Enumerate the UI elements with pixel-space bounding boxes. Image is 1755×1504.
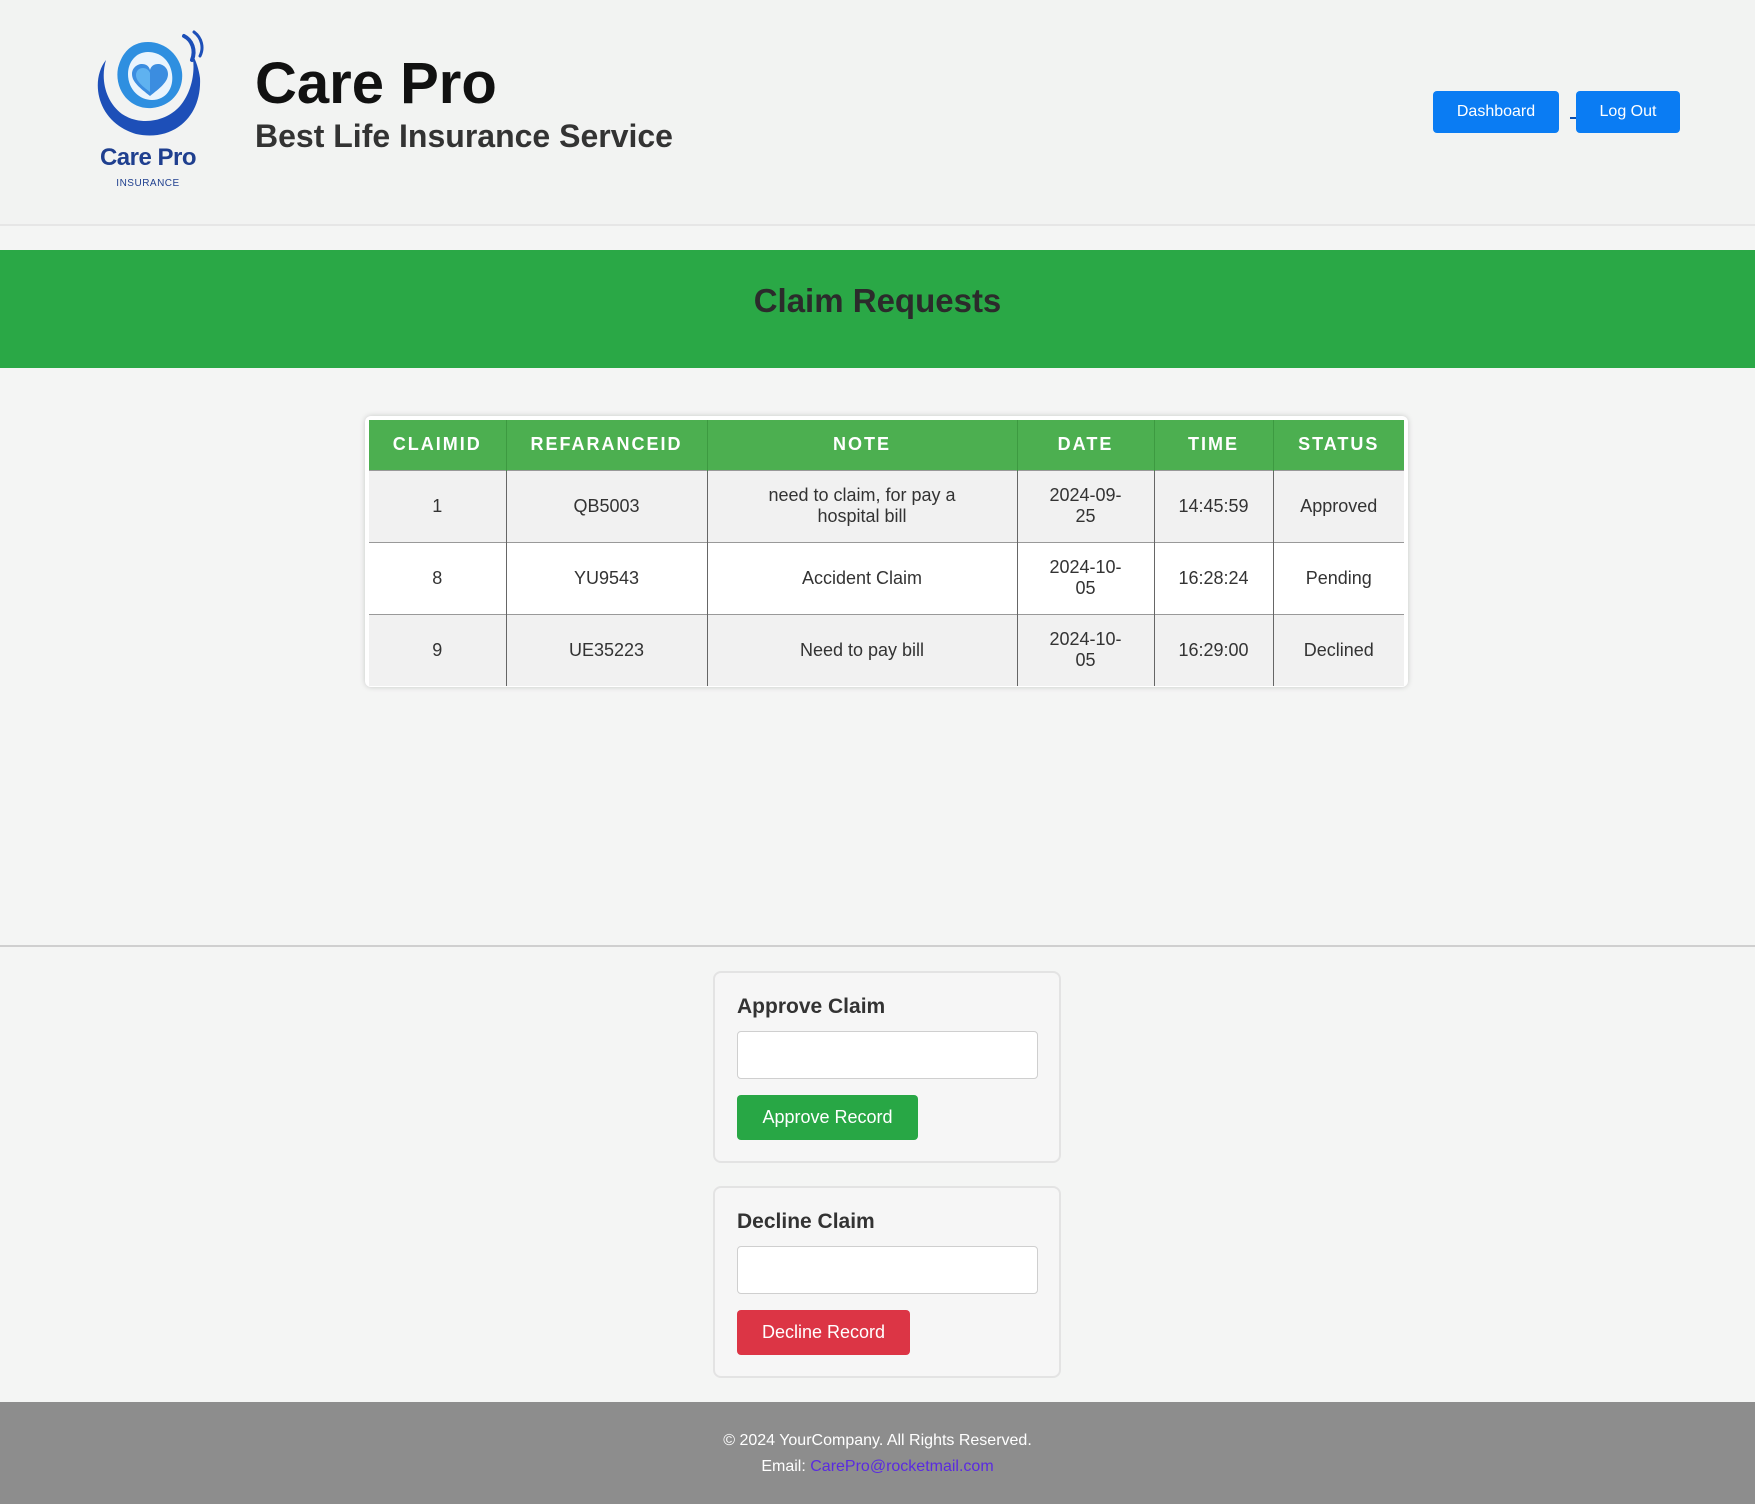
table-row: 1 QB5003 need to claim, for pay a hospit…: [369, 469, 1404, 542]
cell-date: 2024-09-25: [1017, 469, 1155, 542]
footer-copyright: © 2024 YourCompany. All Rights Reserved.: [723, 1432, 1032, 1449]
table-row: 9 UE35223 Need to pay bill 2024-10-05 16…: [369, 613, 1404, 686]
cell-referenceid: UE35223: [506, 613, 708, 686]
cell-note: need to claim, for pay a hospital bill: [707, 469, 1018, 542]
care-pro-logo: Care Pro INSURANCE: [84, 30, 212, 195]
footer-email-label: Email:: [761, 1458, 806, 1475]
site-header: Care Pro INSURANCE Care Pro Best Life In…: [0, 0, 1755, 226]
cell-note: Accident Claim: [707, 541, 1018, 614]
cell-status: Approved: [1273, 469, 1404, 542]
table-header-row: CLAIMID REFARANCEID NOTE DATE TIME STATU…: [369, 420, 1404, 470]
logo-text: Care Pro: [99, 144, 197, 171]
page-title: Claim Requests: [753, 282, 1002, 319]
approve-claim-title: Approve Claim: [737, 995, 886, 1018]
cell-time: 14:45:59: [1154, 469, 1274, 542]
column-header-claimid: CLAIMID: [369, 420, 507, 470]
approve-record-button[interactable]: Approve Record: [737, 1095, 918, 1140]
site-title: Care Pro: [255, 51, 497, 116]
site-footer: © 2024 YourCompany. All Rights Reserved.…: [0, 1402, 1755, 1504]
cell-date: 2024-10-05: [1017, 613, 1155, 686]
cell-claimid: 8: [369, 541, 507, 614]
decline-record-button[interactable]: Decline Record: [737, 1310, 910, 1355]
table-row: 8 YU9543 Accident Claim 2024-10-05 16:28…: [369, 541, 1404, 614]
cell-time: 16:28:24: [1154, 541, 1274, 614]
cell-referenceid: YU9543: [506, 541, 708, 614]
column-header-time: TIME: [1154, 420, 1274, 470]
column-header-date: DATE: [1017, 420, 1155, 470]
cell-claimid: 1: [369, 469, 507, 542]
claims-table-container: CLAIMID REFARANCEID NOTE DATE TIME STATU…: [365, 416, 1408, 687]
cell-claimid: 9: [369, 613, 507, 686]
site-subtitle: Best Life Insurance Service: [255, 118, 673, 154]
column-header-status: STATUS: [1273, 420, 1404, 470]
cell-status: Declined: [1273, 613, 1404, 686]
logo-subtext: INSURANCE: [116, 178, 180, 189]
cell-time: 16:29:00: [1154, 613, 1274, 686]
footer-email-link[interactable]: CarePro@rocketmail.com: [810, 1458, 993, 1475]
logout-button[interactable]: Log Out: [1576, 91, 1680, 133]
column-header-referenceid: REFARANCEID: [506, 420, 708, 470]
cell-status: Pending: [1273, 541, 1404, 614]
cell-note: Need to pay bill: [707, 613, 1018, 686]
column-header-note: NOTE: [707, 420, 1018, 470]
heart-in-hands-icon: [97, 30, 204, 136]
cell-date: 2024-10-05: [1017, 541, 1155, 614]
dashboard-button[interactable]: Dashboard: [1433, 91, 1559, 133]
footer-contact: Email: CarePro@rocketmail.com: [0, 1458, 1755, 1476]
approve-claim-input[interactable]: [737, 1031, 1038, 1079]
decline-claim-input[interactable]: [737, 1246, 1038, 1294]
cell-referenceid: QB5003: [506, 469, 708, 542]
section-divider: [0, 945, 1755, 947]
claims-table: CLAIMID REFARANCEID NOTE DATE TIME STATU…: [369, 420, 1404, 686]
decline-claim-card: Decline Claim Decline Record: [713, 1186, 1061, 1378]
decline-claim-title: Decline Claim: [737, 1210, 875, 1233]
approve-claim-card: Approve Claim Approve Record: [713, 971, 1061, 1163]
